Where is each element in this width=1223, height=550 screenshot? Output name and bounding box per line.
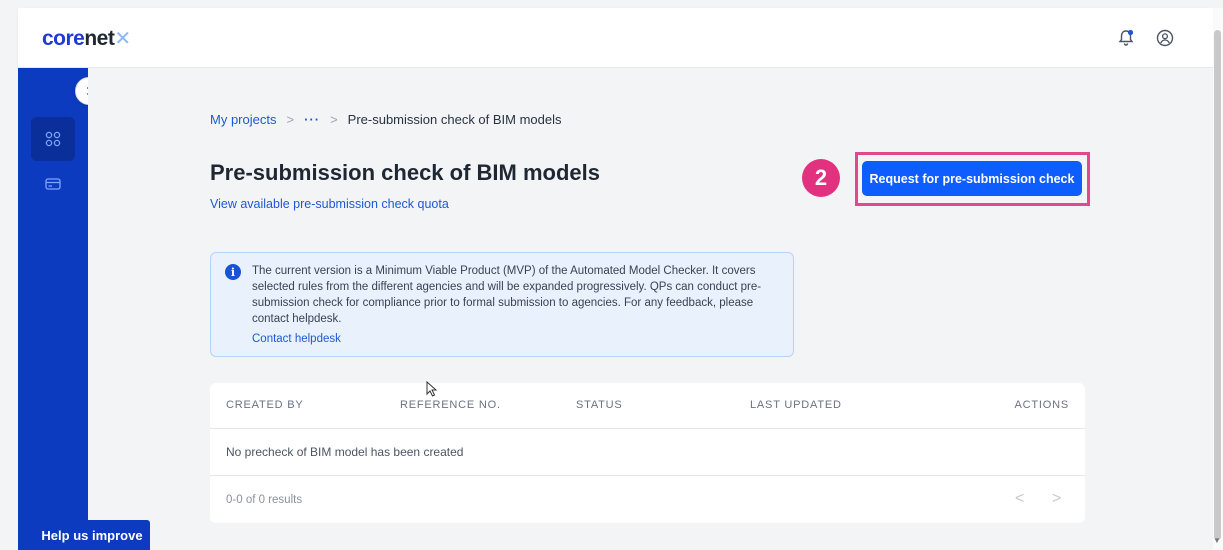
empty-state-message: No precheck of BIM model has been create… (226, 445, 464, 459)
column-header-status[interactable]: STATUS (576, 399, 623, 411)
table-divider (210, 428, 1085, 429)
bell-icon[interactable] (1116, 28, 1136, 48)
scrollbar-thumb[interactable] (1214, 30, 1221, 540)
logo-text-suffix: net (84, 27, 115, 50)
next-page-button[interactable]: > (1052, 490, 1061, 508)
column-header-created-by[interactable]: CREATED BY (226, 399, 303, 411)
previous-page-button[interactable]: < (1015, 490, 1024, 508)
info-icon: i (225, 264, 241, 280)
view-quota-link[interactable]: View available pre-submission check quot… (210, 197, 449, 211)
table-divider (210, 475, 1085, 476)
logo-text-prefix: core (42, 27, 85, 50)
precheck-table: CREATED BY REFERENCE NO. STATUS LAST UPD… (210, 383, 1085, 523)
breadcrumb-my-projects[interactable]: My projects (210, 112, 276, 127)
breadcrumb-ellipsis[interactable]: ··· (304, 112, 320, 127)
mouse-cursor-icon (426, 380, 438, 402)
billing-card-icon[interactable] (31, 162, 75, 206)
dashboard-grid-icon[interactable] (31, 117, 75, 161)
info-banner: i The current version is a Minimum Viabl… (210, 252, 794, 357)
info-message: The current version is a Minimum Viable … (252, 265, 762, 325)
page-title: Pre-submission check of BIM models (210, 160, 600, 185)
request-pre-submission-check-button[interactable]: Request for pre-submission check (862, 161, 1082, 196)
top-bar: corenet✕ (18, 8, 1213, 68)
user-icon[interactable] (1155, 28, 1175, 48)
step-number-badge: 2 (802, 159, 840, 197)
breadcrumb-separator: > (286, 112, 295, 127)
breadcrumb-current: Pre-submission check of BIM models (347, 112, 562, 127)
column-header-reference-no[interactable]: REFERENCE NO. (400, 399, 501, 411)
breadcrumb: My projects > ··· > Pre-submission check… (210, 112, 562, 127)
scroll-down-icon[interactable]: ▼ (1213, 536, 1221, 545)
logo-mark: ✕ (114, 28, 131, 50)
corenetx-logo[interactable]: corenet✕ (42, 26, 131, 51)
results-count: 0-0 of 0 results (226, 494, 303, 506)
breadcrumb-separator: > (330, 112, 338, 127)
column-header-actions: ACTIONS (1014, 399, 1069, 411)
help-us-improve-button[interactable]: Help us improve (34, 520, 150, 550)
column-header-last-updated[interactable]: LAST UPDATED (750, 399, 842, 411)
contact-helpdesk-link[interactable]: Contact helpdesk (252, 333, 341, 345)
